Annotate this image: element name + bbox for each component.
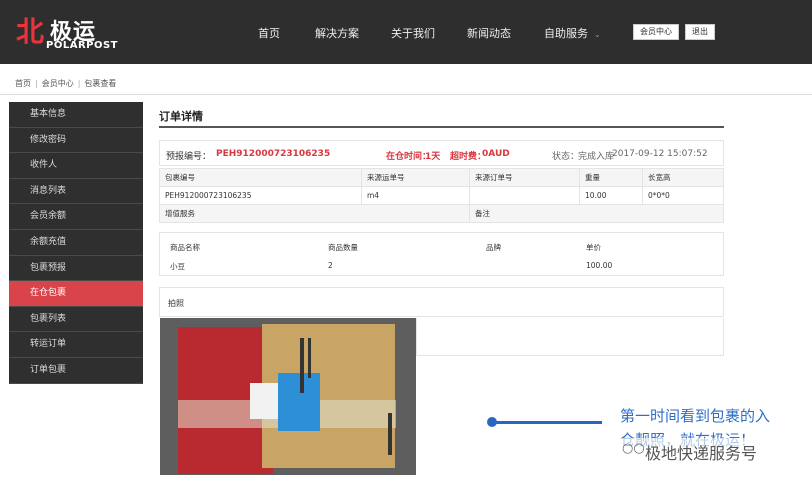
table-header: 包裹编号 <box>159 168 362 187</box>
table-cell: 10.00 <box>579 186 643 205</box>
photo-section: 拍照 <box>159 287 724 317</box>
status-time: 2017-09-12 15:07:52 <box>612 149 708 159</box>
page-title: 订单详情 <box>159 110 203 123</box>
forecast-number: PEH912000723106235 <box>216 149 331 159</box>
breadcrumb-separator: | <box>35 79 38 88</box>
items-header: 商品数量 <box>328 243 358 252</box>
items-cell: 100.00 <box>586 261 613 270</box>
photo-frame <box>416 318 724 356</box>
sidebar-item-forecast[interactable]: 包裹预报 <box>9 255 143 282</box>
items-cell: 2 <box>328 261 333 270</box>
logo-mark: 北 <box>16 15 45 48</box>
items-header: 品牌 <box>486 243 501 252</box>
overtime-fee-label: 超时费： <box>450 152 487 162</box>
sidebar-item-balance[interactable]: 会员余额 <box>9 204 143 230</box>
sidebar-item-messages[interactable]: 消息列表 <box>9 178 143 205</box>
callout-dot <box>487 417 497 427</box>
nav-self-service[interactable]: 自助服务 ⌄ <box>544 25 601 41</box>
table-header: 长宽高 <box>642 168 724 187</box>
in-stock-value: 1天 <box>425 152 441 162</box>
breadcrumb-home[interactable]: 首页 <box>15 79 31 88</box>
package-info-table: 包裹编号 来源运单号 来源订单号 重量 长宽高 PEH9120007231062… <box>159 168 724 223</box>
items-header: 单价 <box>586 243 601 252</box>
wechat-icon: ○○ <box>622 441 645 456</box>
nav-solutions[interactable]: 解决方案 <box>315 25 359 41</box>
status-label: 状态： <box>552 152 580 162</box>
remark-label: 备注 <box>469 204 724 223</box>
overtime-fee-value: 0AUD <box>482 149 510 159</box>
breadcrumb-member-center[interactable]: 会员中心 <box>42 79 74 88</box>
photo-print-mark <box>388 413 392 455</box>
logout-button[interactable]: 退出 <box>685 24 715 40</box>
photo-blue-label <box>278 373 320 431</box>
logo-en: POLARPOST <box>46 40 118 51</box>
member-center-button[interactable]: 会员中心 <box>633 24 679 40</box>
sidebar-item-change-password[interactable]: 修改密码 <box>9 127 143 154</box>
nav-home[interactable]: 首页 <box>258 25 280 41</box>
table-header: 来源订单号 <box>469 168 580 187</box>
callout-line <box>492 421 602 424</box>
nav-news[interactable]: 新闻动态 <box>467 25 511 41</box>
sidebar: 基本信息 修改密码 收件人 消息列表 会员余额 余额充值 包裹预报 在仓包裹 包… <box>9 102 143 384</box>
promo-caption-line1: 第一时间看到包裹的入 <box>620 407 771 425</box>
package-photo[interactable] <box>160 318 416 475</box>
order-summary: 预报编号： PEH912000723106235 在仓时间： 1天 超时费： 0… <box>159 140 724 166</box>
items-header: 商品名称 <box>170 243 200 252</box>
table-header: 重量 <box>579 168 643 187</box>
photo-white-label <box>250 383 278 419</box>
nav-about[interactable]: 关于我们 <box>391 25 435 41</box>
logo[interactable]: 北 极运 POLARPOST <box>14 12 118 54</box>
sidebar-item-package-list[interactable]: 包裹列表 <box>9 306 143 333</box>
status-value: 完成入库 <box>578 152 615 162</box>
photo-print-mark <box>308 338 311 378</box>
sidebar-item-basic-info[interactable]: 基本信息 <box>9 102 143 128</box>
nav-self-service-label: 自助服务 <box>544 27 588 40</box>
photo-print-mark <box>300 338 304 393</box>
photo-label: 拍照 <box>168 299 184 308</box>
table-cell: PEH912000723106235 <box>159 186 362 205</box>
breadcrumb: 首页 | 会员中心 | 包裹查看 <box>15 78 116 89</box>
breadcrumb-separator: | <box>77 79 81 88</box>
breadcrumb-current: 包裹查看 <box>84 79 117 88</box>
sidebar-item-recharge[interactable]: 余额充值 <box>9 229 143 256</box>
sidebar-item-in-warehouse[interactable]: 在仓包裹 <box>9 281 143 307</box>
table-header: 来源运单号 <box>361 168 470 187</box>
table-cell: 0*0*0 <box>642 186 724 205</box>
table-cell: m4 <box>361 186 470 205</box>
items-table: 商品名称 商品数量 品牌 单价 小豆 2 100.00 <box>159 232 724 276</box>
sidebar-item-recipients[interactable]: 收件人 <box>9 153 143 179</box>
table-cell <box>469 186 580 205</box>
chevron-down-icon: ⌄ <box>594 30 601 39</box>
sidebar-item-order-packages[interactable]: 订单包裹 <box>9 357 143 384</box>
title-divider <box>159 126 724 128</box>
forecast-label: 预报编号： <box>166 152 212 162</box>
watermark: 极地快递服务号 <box>645 444 758 463</box>
items-cell: 小豆 <box>170 262 185 271</box>
value-added-service-label: 增值服务 <box>159 204 470 223</box>
divider <box>0 94 812 95</box>
top-header: 北 极运 POLARPOST 首页 解决方案 关于我们 新闻动态 自助服务 ⌄ 会… <box>0 0 812 64</box>
sidebar-item-transfer-orders[interactable]: 转运订单 <box>9 332 143 358</box>
